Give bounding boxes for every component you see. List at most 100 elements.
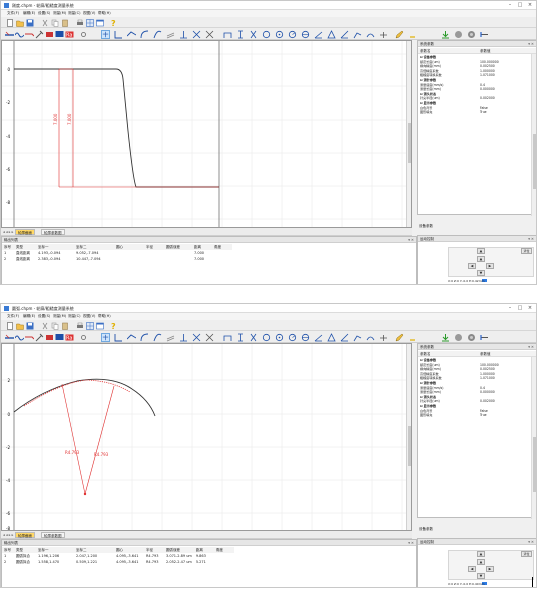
download-icon[interactable] <box>441 333 450 342</box>
menu-measure-c[interactable]: 测量(C) <box>68 11 81 16</box>
slope-tool-icon[interactable] <box>314 333 323 342</box>
wave-icon[interactable] <box>15 30 24 39</box>
property-row[interactable]: 针尖半径(um) 0.002000 <box>418 96 532 100</box>
triangle-tool-icon[interactable] <box>327 333 336 342</box>
tab-profile-params[interactable]: 轮廓参数图 <box>41 532 65 538</box>
circle-center-icon[interactable] <box>275 333 284 342</box>
wave-icon[interactable] <box>15 333 24 342</box>
cut-icon[interactable] <box>41 19 49 27</box>
cut-icon[interactable] <box>41 322 49 330</box>
zero-button[interactable]: 清位 <box>521 248 532 254</box>
profile-canvas[interactable]: 0 -2 -4 -6 -8 7.000 7.000 <box>1 40 412 228</box>
angle-tool-icon[interactable] <box>114 30 123 39</box>
circle-fit-icon[interactable] <box>301 333 310 342</box>
menu-settings[interactable]: 设置(S) <box>38 11 50 16</box>
property-row[interactable]: 图形填充 True <box>418 110 532 114</box>
jog-down-button[interactable]: ▼ <box>477 573 485 579</box>
table-row[interactable]: 2 圆弧拟合 1.558,1.470 0.509,1.221 4.095,-3.… <box>2 559 234 565</box>
stylus-icon[interactable] <box>35 333 44 342</box>
open-folder-icon[interactable] <box>16 19 24 27</box>
property-row[interactable]: 白色背景 False <box>418 106 532 110</box>
circle-fit-icon[interactable] <box>301 30 310 39</box>
arc-angle-icon[interactable] <box>366 30 375 39</box>
stylus-icon[interactable] <box>35 30 44 39</box>
maximize-icon[interactable]: □ <box>515 2 525 9</box>
cross-tool-icon[interactable] <box>205 333 214 342</box>
menu-edit[interactable]: 编辑(E) <box>23 314 35 319</box>
screen-icon[interactable] <box>55 30 64 39</box>
probe-icon[interactable] <box>25 30 34 39</box>
scrollbar-thumb[interactable] <box>533 134 536 189</box>
menu-view[interactable]: 视图(V) <box>83 314 95 319</box>
pencil-icon[interactable] <box>395 30 404 39</box>
record-icon[interactable] <box>467 333 476 342</box>
property-row[interactable]: ⊟ 测针参数 <box>418 78 532 82</box>
grid-view-icon[interactable] <box>86 19 94 27</box>
highlight-icon[interactable] <box>408 333 417 342</box>
probe-icon[interactable] <box>25 333 34 342</box>
circle-tool-icon[interactable] <box>262 333 271 342</box>
angle-measure-icon[interactable] <box>340 333 349 342</box>
jog-up-button[interactable]: ▲ <box>477 559 485 565</box>
properties-scrollbar[interactable] <box>531 54 536 216</box>
circle-radius-icon[interactable] <box>288 30 297 39</box>
ra-icon[interactable]: Ra <box>65 333 74 342</box>
property-row[interactable]: 横向精度(mm) 0.002500 <box>418 64 532 68</box>
window-icon[interactable] <box>96 322 104 330</box>
select-pointer-icon[interactable] <box>101 30 110 39</box>
measure-line-icon[interactable] <box>5 30 14 39</box>
jog-left-button[interactable]: ◀ <box>468 263 476 269</box>
zero-button[interactable]: 清位 <box>521 551 532 557</box>
close-icon[interactable]: × <box>525 305 535 312</box>
intersect-tool-icon[interactable] <box>192 30 201 39</box>
panel-close-icon[interactable]: ▾ ✕ <box>528 344 534 350</box>
menu-measure[interactable]: 测量(M) <box>53 314 66 319</box>
arc-angle-icon[interactable] <box>366 333 375 342</box>
panel-close-icon[interactable]: ▾ ✕ <box>528 41 534 47</box>
property-row[interactable]: 测量长度(mm) 0.000000 <box>418 87 532 91</box>
property-row[interactable]: ⊟ 测针参数 <box>418 381 532 385</box>
menu-file[interactable]: 文件(F) <box>7 11 19 16</box>
minimize-icon[interactable]: – <box>505 2 515 9</box>
menu-view[interactable]: 视图(V) <box>83 11 95 16</box>
property-row[interactable]: 测量长度(mm) 0.000000 <box>418 390 532 394</box>
perpendicular-tool-icon[interactable] <box>179 333 188 342</box>
jog-down-button[interactable]: ▼ <box>477 270 485 276</box>
compare-icon[interactable] <box>379 30 388 39</box>
triangle-tool-icon[interactable] <box>327 30 336 39</box>
curve-tool-icon[interactable] <box>153 30 162 39</box>
copy-icon[interactable] <box>51 322 59 330</box>
tab-nav-arrows[interactable]: ◂ ◂ ▸ ▸ <box>3 229 13 235</box>
settings-small-icon[interactable] <box>79 30 88 39</box>
jog-up-fast-button[interactable]: ▲ <box>477 551 485 557</box>
property-row[interactable]: 针尖半径(um) 0.002000 <box>418 399 532 403</box>
curve-tool-icon[interactable] <box>153 333 162 342</box>
minimize-icon[interactable]: – <box>505 305 515 312</box>
pliers-icon[interactable] <box>249 30 258 39</box>
perpendicular-tool-icon[interactable] <box>179 30 188 39</box>
arc-tool-icon[interactable] <box>140 333 149 342</box>
properties-scrollbar[interactable] <box>531 357 536 519</box>
tab-profile-params[interactable]: 轮廓参数图 <box>41 229 65 235</box>
tab-profile-section[interactable]: 轮廓截面 <box>15 532 35 538</box>
settings-small-icon[interactable] <box>79 333 88 342</box>
menu-edit[interactable]: 编辑(E) <box>23 11 35 16</box>
slope-tool-icon[interactable] <box>314 30 323 39</box>
download-icon[interactable] <box>441 30 450 39</box>
pencil-icon[interactable] <box>395 333 404 342</box>
property-row[interactable]: 粗糙度转换系数 1.071000 <box>418 376 532 380</box>
intersect-tool-icon[interactable] <box>192 333 201 342</box>
panel-close-icon[interactable]: ▾ ✕ <box>528 539 534 545</box>
circle-center-icon[interactable] <box>275 30 284 39</box>
copy-icon[interactable] <box>51 19 59 27</box>
panel-close-icon[interactable]: ▾ ✕ <box>408 237 414 243</box>
cross-tool-icon[interactable] <box>205 30 214 39</box>
tab-nav-arrows[interactable]: ◂ ◂ ▸ ▸ <box>3 532 13 538</box>
jog-up-button[interactable]: ▲ <box>477 256 485 262</box>
angle-tool-icon[interactable] <box>114 333 123 342</box>
line-tool-icon[interactable] <box>127 30 136 39</box>
scrollbar-thumb[interactable] <box>408 123 411 163</box>
table-row[interactable]: 2 直线距离 2.383,-0.094 10.447,-7.094 7.000 <box>2 256 232 262</box>
property-row[interactable]: ⊟ 设备参数 <box>418 358 532 362</box>
select-pointer-icon[interactable] <box>101 333 110 342</box>
